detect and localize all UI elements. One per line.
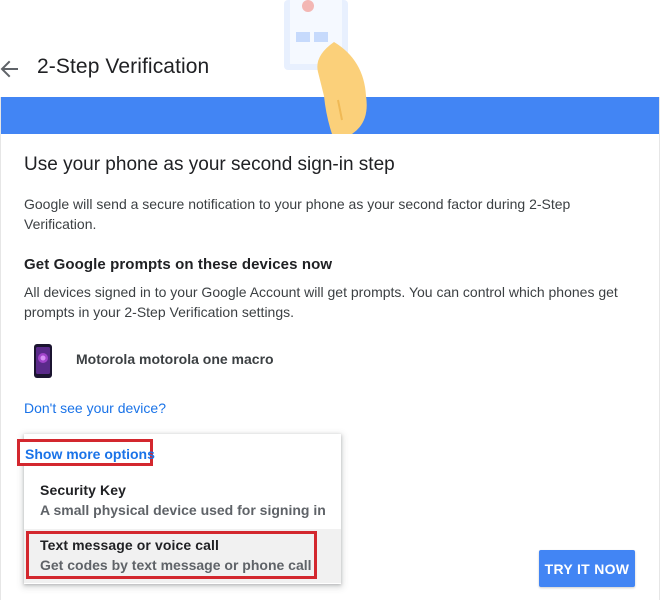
device-name: Motorola motorola one macro <box>76 351 274 367</box>
show-more-options-label: Show more options <box>25 446 155 462</box>
page-title: 2-Step Verification <box>37 55 210 78</box>
menu-item-subtitle: A small physical device used for signing… <box>40 502 326 518</box>
prompts-heading: Get Google prompts on these devices now <box>24 256 333 273</box>
phone-in-hand-illustration <box>284 0 367 134</box>
arrow-left-icon <box>0 60 18 78</box>
menu-item-security-key[interactable]: Security Key A small physical device use… <box>24 474 341 528</box>
menu-item-text-message[interactable]: Text message or voice call Get codes by … <box>24 529 341 583</box>
try-it-now-button[interactable]: TRY IT NOW <box>539 550 635 587</box>
menu-item-title: Text message or voice call <box>40 537 219 553</box>
menu-item-subtitle: Get codes by text message or phone call <box>40 557 312 573</box>
missing-device-link[interactable]: Don't see your device? <box>24 400 166 416</box>
show-more-options-button[interactable]: Show more options <box>17 439 155 466</box>
card-border-left <box>0 97 1 600</box>
phone-icon <box>34 344 52 378</box>
card-description: Google will send a secure notification t… <box>24 196 571 232</box>
back-button[interactable] <box>0 56 24 82</box>
card-heading: Use your phone as your second sign-in st… <box>24 154 395 175</box>
prompts-description: All devices signed in to your Google Acc… <box>24 284 618 320</box>
device-row: Motorola motorola one macro <box>24 342 424 378</box>
menu-item-title: Security Key <box>40 482 127 498</box>
